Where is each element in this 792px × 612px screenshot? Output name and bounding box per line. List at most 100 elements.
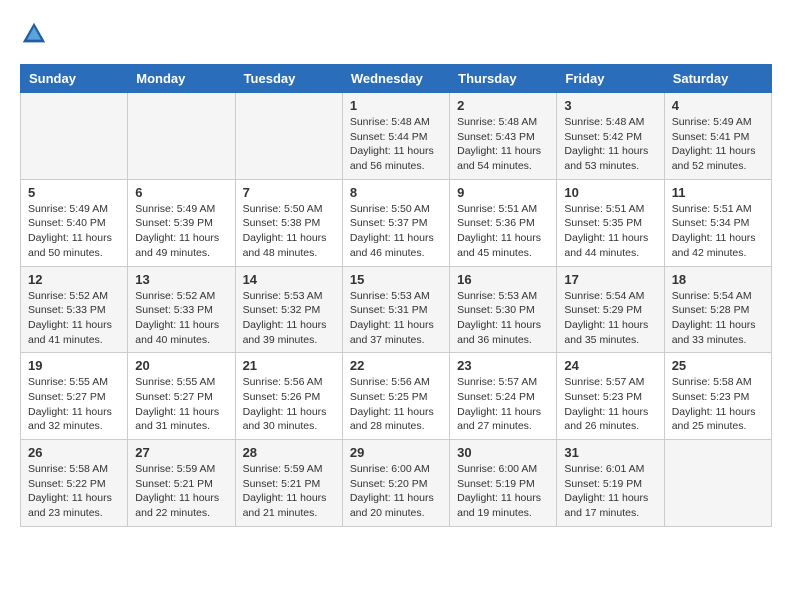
day-number: 28 (243, 445, 335, 460)
calendar-cell: 8 Sunrise: 5:50 AM Sunset: 5:37 PM Daylig… (342, 179, 449, 266)
day-number: 26 (28, 445, 120, 460)
calendar-cell (235, 93, 342, 180)
calendar-cell: 29 Sunrise: 6:00 AM Sunset: 5:20 PM Dayli… (342, 440, 449, 527)
day-number: 30 (457, 445, 549, 460)
day-number: 9 (457, 185, 549, 200)
calendar-cell: 31Sunrise: 6:01 AM Sunset: 5:19 PM Dayli… (557, 440, 664, 527)
day-info: Sunrise: 5:53 AM Sunset: 5:32 PM Dayligh… (243, 289, 335, 348)
day-info: Sunrise: 5:57 AM Sunset: 5:24 PM Dayligh… (457, 375, 549, 434)
calendar-cell (21, 93, 128, 180)
day-number: 8 (350, 185, 442, 200)
day-info: Sunrise: 5:59 AM Sunset: 5:21 PM Dayligh… (243, 462, 335, 521)
day-info: Sunrise: 5:53 AM Sunset: 5:30 PM Dayligh… (457, 289, 549, 348)
day-info: Sunrise: 5:49 AM Sunset: 5:39 PM Dayligh… (135, 202, 227, 261)
calendar-cell: 25Sunrise: 5:58 AM Sunset: 5:23 PM Dayli… (664, 353, 771, 440)
day-info: Sunrise: 5:56 AM Sunset: 5:26 PM Dayligh… (243, 375, 335, 434)
calendar-cell: 27 Sunrise: 5:59 AM Sunset: 5:21 PM Dayli… (128, 440, 235, 527)
calendar-cell: 7 Sunrise: 5:50 AM Sunset: 5:38 PM Daylig… (235, 179, 342, 266)
calendar-cell: 6 Sunrise: 5:49 AM Sunset: 5:39 PM Daylig… (128, 179, 235, 266)
day-info: Sunrise: 5:56 AM Sunset: 5:25 PM Dayligh… (350, 375, 442, 434)
day-number: 27 (135, 445, 227, 460)
calendar-cell: 18 Sunrise: 5:54 AM Sunset: 5:28 PM Dayli… (664, 266, 771, 353)
day-number: 21 (243, 358, 335, 373)
calendar-cell: 12Sunrise: 5:52 AM Sunset: 5:33 PM Dayli… (21, 266, 128, 353)
calendar-cell (128, 93, 235, 180)
calendar-cell: 4 Sunrise: 5:49 AM Sunset: 5:41 PM Daylig… (664, 93, 771, 180)
logo-icon (20, 20, 48, 48)
calendar-cell (664, 440, 771, 527)
day-info: Sunrise: 5:59 AM Sunset: 5:21 PM Dayligh… (135, 462, 227, 521)
day-number: 23 (457, 358, 549, 373)
page-header (20, 20, 772, 48)
day-number: 2 (457, 98, 549, 113)
day-number: 5 (28, 185, 120, 200)
day-number: 17 (564, 272, 656, 287)
day-number: 11 (672, 185, 764, 200)
day-info: Sunrise: 5:52 AM Sunset: 5:33 PM Dayligh… (135, 289, 227, 348)
day-number: 7 (243, 185, 335, 200)
calendar-cell: 24 Sunrise: 5:57 AM Sunset: 5:23 PM Dayli… (557, 353, 664, 440)
calendar-cell: 16 Sunrise: 5:53 AM Sunset: 5:30 PM Dayli… (450, 266, 557, 353)
day-info: Sunrise: 5:49 AM Sunset: 5:41 PM Dayligh… (672, 115, 764, 174)
day-info: Sunrise: 5:49 AM Sunset: 5:40 PM Dayligh… (28, 202, 120, 261)
calendar-cell: 23 Sunrise: 5:57 AM Sunset: 5:24 PM Dayli… (450, 353, 557, 440)
day-info: Sunrise: 5:48 AM Sunset: 5:44 PM Dayligh… (350, 115, 442, 174)
day-info: Sunrise: 5:54 AM Sunset: 5:28 PM Dayligh… (672, 289, 764, 348)
day-number: 3 (564, 98, 656, 113)
day-info: Sunrise: 6:01 AM Sunset: 5:19 PM Dayligh… (564, 462, 656, 521)
day-info: Sunrise: 5:55 AM Sunset: 5:27 PM Dayligh… (28, 375, 120, 434)
day-info: Sunrise: 5:54 AM Sunset: 5:29 PM Dayligh… (564, 289, 656, 348)
day-number: 14 (243, 272, 335, 287)
calendar-week-row: 19 Sunrise: 5:55 AM Sunset: 5:27 PM Dayli… (21, 353, 772, 440)
weekday-header-friday: Friday (557, 65, 664, 93)
logo (20, 20, 52, 48)
day-info: Sunrise: 6:00 AM Sunset: 5:20 PM Dayligh… (350, 462, 442, 521)
calendar-cell: 5 Sunrise: 5:49 AM Sunset: 5:40 PM Daylig… (21, 179, 128, 266)
day-number: 4 (672, 98, 764, 113)
weekday-header-row: SundayMondayTuesdayWednesdayThursdayFrid… (21, 65, 772, 93)
day-number: 29 (350, 445, 442, 460)
day-number: 13 (135, 272, 227, 287)
day-number: 1 (350, 98, 442, 113)
day-info: Sunrise: 5:55 AM Sunset: 5:27 PM Dayligh… (135, 375, 227, 434)
calendar-week-row: 26 Sunrise: 5:58 AM Sunset: 5:22 PM Dayli… (21, 440, 772, 527)
day-number: 22 (350, 358, 442, 373)
day-number: 20 (135, 358, 227, 373)
calendar-cell: 10 Sunrise: 5:51 AM Sunset: 5:35 PM Dayli… (557, 179, 664, 266)
day-info: Sunrise: 5:51 AM Sunset: 5:36 PM Dayligh… (457, 202, 549, 261)
calendar-cell: 17 Sunrise: 5:54 AM Sunset: 5:29 PM Dayli… (557, 266, 664, 353)
calendar-cell: 20 Sunrise: 5:55 AM Sunset: 5:27 PM Dayli… (128, 353, 235, 440)
day-info: Sunrise: 5:53 AM Sunset: 5:31 PM Dayligh… (350, 289, 442, 348)
day-number: 16 (457, 272, 549, 287)
calendar-cell: 1 Sunrise: 5:48 AM Sunset: 5:44 PM Daylig… (342, 93, 449, 180)
day-info: Sunrise: 5:48 AM Sunset: 5:43 PM Dayligh… (457, 115, 549, 174)
day-info: Sunrise: 5:50 AM Sunset: 5:37 PM Dayligh… (350, 202, 442, 261)
day-number: 18 (672, 272, 764, 287)
day-number: 6 (135, 185, 227, 200)
day-number: 10 (564, 185, 656, 200)
day-info: Sunrise: 5:51 AM Sunset: 5:35 PM Dayligh… (564, 202, 656, 261)
weekday-header-sunday: Sunday (21, 65, 128, 93)
calendar-cell: 19 Sunrise: 5:55 AM Sunset: 5:27 PM Dayli… (21, 353, 128, 440)
calendar-cell: 14 Sunrise: 5:53 AM Sunset: 5:32 PM Dayli… (235, 266, 342, 353)
day-info: Sunrise: 5:58 AM Sunset: 5:22 PM Dayligh… (28, 462, 120, 521)
day-info: Sunrise: 5:50 AM Sunset: 5:38 PM Dayligh… (243, 202, 335, 261)
day-number: 15 (350, 272, 442, 287)
weekday-header-monday: Monday (128, 65, 235, 93)
calendar-cell: 28 Sunrise: 5:59 AM Sunset: 5:21 PM Dayli… (235, 440, 342, 527)
calendar-cell: 22 Sunrise: 5:56 AM Sunset: 5:25 PM Dayli… (342, 353, 449, 440)
calendar-cell: 11 Sunrise: 5:51 AM Sunset: 5:34 PM Dayli… (664, 179, 771, 266)
day-number: 19 (28, 358, 120, 373)
day-number: 24 (564, 358, 656, 373)
day-info: Sunrise: 5:58 AM Sunset: 5:23 PM Dayligh… (672, 375, 764, 434)
day-number: 12 (28, 272, 120, 287)
weekday-header-saturday: Saturday (664, 65, 771, 93)
day-info: Sunrise: 5:57 AM Sunset: 5:23 PM Dayligh… (564, 375, 656, 434)
weekday-header-tuesday: Tuesday (235, 65, 342, 93)
calendar-cell: 30Sunrise: 6:00 AM Sunset: 5:19 PM Dayli… (450, 440, 557, 527)
day-info: Sunrise: 5:48 AM Sunset: 5:42 PM Dayligh… (564, 115, 656, 174)
calendar-cell: 9 Sunrise: 5:51 AM Sunset: 5:36 PM Daylig… (450, 179, 557, 266)
calendar-cell: 3 Sunrise: 5:48 AM Sunset: 5:42 PM Daylig… (557, 93, 664, 180)
calendar-table: SundayMondayTuesdayWednesdayThursdayFrid… (20, 64, 772, 527)
day-info: Sunrise: 5:51 AM Sunset: 5:34 PM Dayligh… (672, 202, 764, 261)
